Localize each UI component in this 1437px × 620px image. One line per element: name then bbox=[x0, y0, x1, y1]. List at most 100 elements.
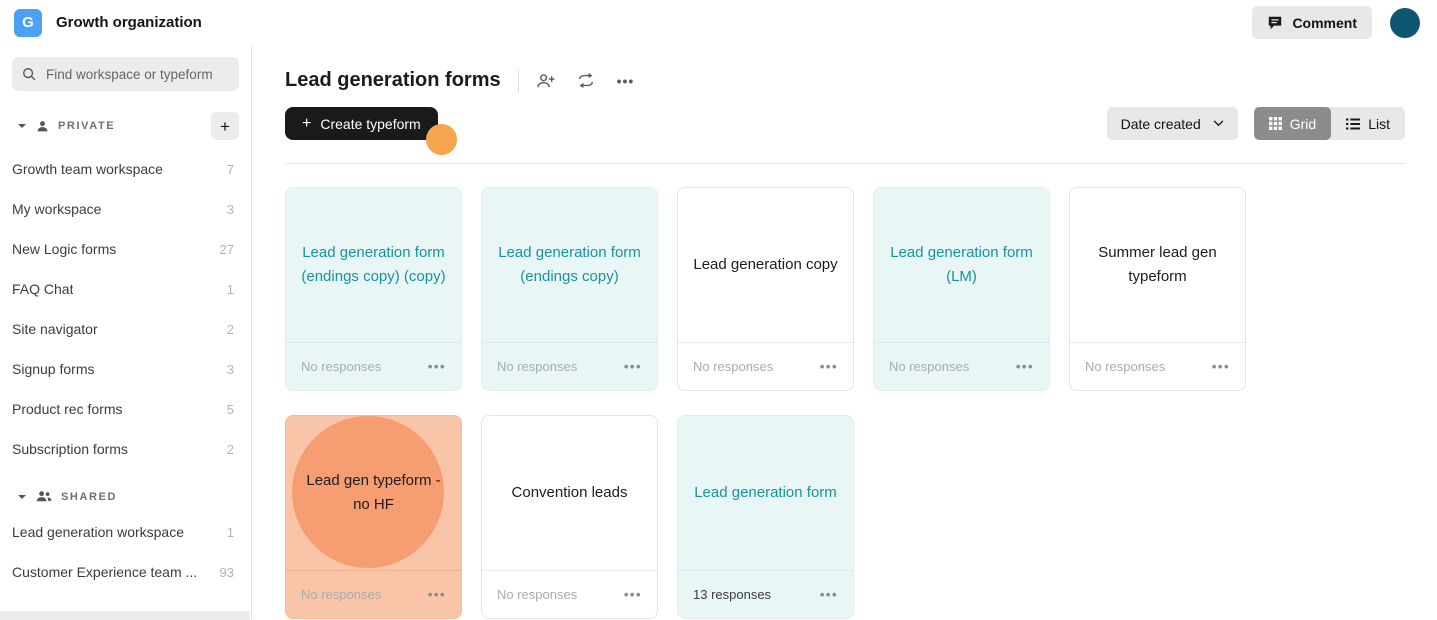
create-typeform-button[interactable]: + Create typeform bbox=[285, 107, 438, 140]
workspace-name: Customer Experience team ... bbox=[12, 564, 198, 580]
card-footer: No responses ••• bbox=[286, 342, 461, 390]
person-add-icon bbox=[536, 73, 555, 89]
typeform-grid: Lead generation form (endings copy) (cop… bbox=[285, 187, 1405, 619]
typeform-card[interactable]: Lead generation form (endings copy) (cop… bbox=[285, 187, 462, 391]
workspace-search[interactable] bbox=[12, 57, 239, 91]
workspace-name: Growth team workspace bbox=[12, 161, 163, 177]
add-workspace-button[interactable]: + bbox=[211, 112, 239, 140]
sidebar-section-shared[interactable]: SHARED bbox=[0, 481, 251, 512]
card-response-count: No responses bbox=[1085, 359, 1166, 374]
chevron-down-icon bbox=[1213, 120, 1224, 127]
grid-view-button[interactable]: Grid bbox=[1253, 107, 1332, 140]
search-icon bbox=[22, 67, 36, 81]
sidebar-item-faq-chat[interactable]: FAQ Chat 1 bbox=[0, 269, 251, 309]
workspace-count: 1 bbox=[226, 524, 234, 540]
toolbar: + Create typeform Date created Grid List bbox=[285, 107, 1405, 155]
sidebar-item-my-workspace[interactable]: My workspace 3 bbox=[0, 189, 251, 229]
card-footer: 13 responses ••• bbox=[678, 570, 853, 618]
typeform-card[interactable]: Lead generation form (LM) No responses •… bbox=[873, 187, 1050, 391]
section-label: SHARED bbox=[61, 490, 118, 503]
card-footer: No responses ••• bbox=[1070, 342, 1245, 390]
typeform-card[interactable]: Lead generation form 13 responses ••• bbox=[677, 415, 854, 619]
workspace-name: Signup forms bbox=[12, 361, 95, 377]
comment-button[interactable]: Comment bbox=[1252, 6, 1372, 39]
list-view-label: List bbox=[1368, 115, 1390, 132]
card-response-count: No responses bbox=[889, 359, 970, 374]
workspace-count: 7 bbox=[226, 161, 234, 177]
user-avatar[interactable] bbox=[1390, 7, 1420, 38]
card-title: Lead generation form (endings copy) bbox=[498, 244, 641, 285]
view-controls: Date created Grid List bbox=[1106, 107, 1405, 140]
sidebar-item-site-navigator[interactable]: Site navigator 2 bbox=[0, 309, 251, 349]
page: G Growth organization Comment Find works… bbox=[0, 0, 1437, 620]
card-menu-button[interactable]: ••• bbox=[1212, 359, 1230, 374]
sort-dropdown[interactable]: Date created bbox=[1106, 107, 1238, 140]
sidebar-section-private[interactable]: PRIVATE + bbox=[0, 103, 251, 149]
sync-button[interactable] bbox=[577, 73, 595, 88]
card-menu-button[interactable]: ••• bbox=[624, 359, 642, 374]
sidebar-item-signup-forms[interactable]: Signup forms 3 bbox=[0, 349, 251, 389]
grid-icon bbox=[1268, 117, 1282, 130]
workspace-name: New Logic forms bbox=[12, 241, 117, 257]
card-menu-button[interactable]: ••• bbox=[820, 587, 838, 602]
more-options-button[interactable]: ••• bbox=[617, 73, 635, 89]
card-response-count: No responses bbox=[693, 359, 774, 374]
search-input[interactable] bbox=[44, 65, 229, 83]
invite-member-button[interactable] bbox=[536, 73, 555, 89]
sidebar-item-customer-experience-team[interactable]: Customer Experience team ... 93 bbox=[0, 552, 251, 592]
card-response-count: No responses bbox=[497, 359, 578, 374]
topbar: G Growth organization Comment bbox=[0, 0, 1437, 45]
workspace-name: Subscription forms bbox=[12, 441, 128, 457]
card-title: Convention leads bbox=[511, 484, 628, 501]
typeform-card[interactable]: Lead generation form (endings copy) No r… bbox=[481, 187, 658, 391]
sidebar-item-product-rec-forms[interactable]: Product rec forms 5 bbox=[0, 389, 251, 429]
sidebar-item-subscription-forms[interactable]: Subscription forms 2 bbox=[0, 429, 251, 469]
card-title: Lead generation form (LM) bbox=[890, 244, 1033, 285]
card-response-count: No responses bbox=[301, 359, 382, 374]
card-menu-button[interactable]: ••• bbox=[428, 359, 446, 374]
page-header: Lead generation forms ••• bbox=[285, 69, 1405, 92]
chevron-down-icon[interactable] bbox=[17, 492, 27, 502]
workspace-name: FAQ Chat bbox=[12, 281, 74, 297]
card-menu-button[interactable]: ••• bbox=[820, 359, 838, 374]
card-response-count: 13 responses bbox=[693, 587, 772, 602]
card-response-count: No responses bbox=[497, 587, 578, 602]
topbar-actions: Comment bbox=[1252, 6, 1420, 39]
content-divider bbox=[285, 163, 1405, 164]
ellipsis-icon: ••• bbox=[616, 72, 635, 89]
list-view-button[interactable]: List bbox=[1331, 107, 1405, 140]
card-menu-button[interactable]: ••• bbox=[428, 587, 446, 602]
org-header: G Growth organization bbox=[14, 8, 202, 37]
typeform-card[interactable]: Lead generation copy No responses ••• bbox=[677, 187, 854, 391]
sort-label: Date created bbox=[1120, 115, 1201, 132]
workspace-count: 5 bbox=[226, 401, 234, 417]
typeform-card[interactable]: Convention leads No responses ••• bbox=[481, 415, 658, 619]
sidebar-item-lead-generation-workspace[interactable]: Lead generation workspace 1 bbox=[0, 512, 251, 552]
card-footer: No responses ••• bbox=[286, 570, 461, 618]
plus-icon: + bbox=[220, 116, 230, 136]
card-footer: No responses ••• bbox=[874, 342, 1049, 390]
comment-label: Comment bbox=[1292, 14, 1357, 31]
sidebar-item-new-logic-forms[interactable]: New Logic forms 27 bbox=[0, 229, 251, 269]
workspace-count: 1 bbox=[226, 281, 234, 297]
card-title: Lead generation form bbox=[694, 484, 837, 501]
list-icon bbox=[1346, 118, 1361, 130]
workspace-count: 93 bbox=[219, 564, 234, 580]
card-menu-button[interactable]: ••• bbox=[1016, 359, 1034, 374]
comment-icon bbox=[1267, 15, 1283, 31]
section-label: PRIVATE bbox=[58, 120, 116, 132]
card-footer: No responses ••• bbox=[482, 570, 657, 618]
header-divider bbox=[517, 69, 519, 92]
people-icon bbox=[36, 490, 52, 503]
card-footer: No responses ••• bbox=[482, 342, 657, 390]
card-menu-button[interactable]: ••• bbox=[624, 587, 642, 602]
sidebar-scrollbar[interactable] bbox=[0, 611, 250, 620]
typeform-card[interactable]: Lead gen typeform - no HF No responses •… bbox=[285, 415, 462, 619]
typeform-card[interactable]: Summer lead gen typeform No responses ••… bbox=[1069, 187, 1246, 391]
main-content: Lead generation forms ••• + Create typef… bbox=[253, 45, 1437, 620]
page-title: Lead generation forms bbox=[285, 69, 501, 91]
workspace-count: 2 bbox=[226, 321, 234, 337]
sidebar-item-growth-team-workspace[interactable]: Growth team workspace 7 bbox=[0, 149, 251, 189]
card-title: Lead gen typeform - no HF bbox=[306, 472, 441, 513]
chevron-down-icon[interactable] bbox=[17, 121, 27, 131]
